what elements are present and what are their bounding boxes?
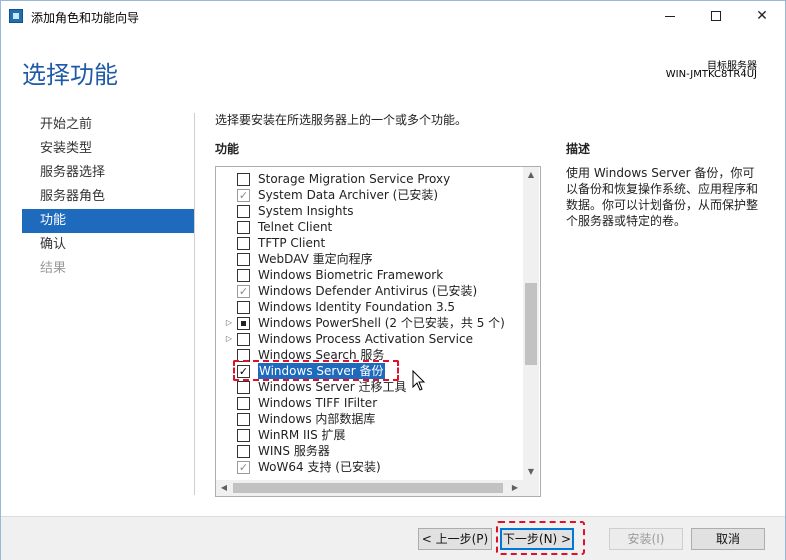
nav-item-installation-type[interactable]: 安装类型	[22, 137, 194, 161]
selected-feature-annotation	[233, 360, 399, 381]
feature-label: System Insights	[258, 204, 354, 218]
feature-label: WinRM IIS 扩展	[258, 428, 346, 442]
feature-row[interactable]: ▷ Windows Process Activation Service	[216, 331, 524, 347]
feature-checkbox[interactable]	[237, 205, 250, 218]
instruction-text: 选择要安装在所选服务器上的一个或多个功能。	[215, 113, 468, 127]
feature-label: Storage Migration Service Proxy	[258, 172, 451, 186]
feature-checkbox[interactable]	[237, 445, 250, 458]
feature-label: WINS 服务器	[258, 444, 330, 458]
nav-item-server-selection[interactable]: 服务器选择	[22, 161, 194, 185]
close-button[interactable]: ✕	[739, 1, 785, 31]
feature-checkbox[interactable]	[237, 173, 250, 186]
feature-label: TFTP Client	[258, 236, 326, 250]
feature-checkbox	[237, 461, 250, 474]
nav-item-features[interactable]: 功能	[22, 209, 194, 233]
feature-row[interactable]: Windows Server 迁移工具	[216, 379, 524, 395]
feature-checkbox[interactable]	[237, 221, 250, 234]
scroll-up-icon[interactable]: ▲	[523, 167, 539, 183]
maximize-icon	[711, 11, 721, 21]
target-server-name: WIN-JMTKC8TR4UJ	[665, 69, 757, 80]
feature-checkbox[interactable]	[237, 317, 250, 330]
nav-item-server-roles[interactable]: 服务器角色	[22, 185, 194, 209]
cancel-button[interactable]: 取消	[691, 528, 765, 550]
expand-arrow-icon[interactable]: ▷	[224, 315, 234, 331]
feature-checkbox[interactable]	[237, 397, 250, 410]
feature-row[interactable]: System Data Archiver (已安装)	[216, 187, 524, 203]
scrollbar-corner	[523, 480, 539, 496]
feature-checkbox[interactable]	[237, 333, 250, 346]
description-header: 描述	[566, 142, 591, 156]
features-header: 功能	[215, 142, 240, 156]
feature-row[interactable]: WinRM IIS 扩展	[216, 427, 524, 443]
nav-item-results: 结果	[40, 261, 67, 276]
feature-checkbox[interactable]	[237, 253, 250, 266]
feature-label: Windows Defender Antivirus (已安装)	[258, 284, 478, 298]
scroll-right-icon[interactable]: ▶	[507, 480, 523, 496]
expand-arrow-icon[interactable]: ▷	[224, 331, 234, 347]
minimize-icon	[665, 15, 675, 17]
features-list[interactable]: Storage Migration Service Proxy System Da…	[215, 166, 541, 497]
scroll-left-icon[interactable]: ◀	[216, 480, 232, 496]
nav-item-before-you-begin[interactable]: 开始之前	[22, 113, 194, 137]
maximize-button[interactable]	[693, 1, 739, 31]
wizard-nav: 开始之前 安装类型 服务器选择 服务器角色 功能 确认 结果	[22, 113, 194, 281]
feature-label: WoW64 支持 (已安装)	[258, 460, 381, 474]
minimize-button[interactable]	[647, 1, 693, 31]
feature-label: Telnet Client	[258, 220, 333, 234]
feature-row[interactable]: Windows Biometric Framework	[216, 267, 524, 283]
feature-label: Windows 内部数据库	[258, 412, 376, 426]
feature-row[interactable]: Windows 内部数据库	[216, 411, 524, 427]
feature-checkbox[interactable]	[237, 301, 250, 314]
feature-checkbox[interactable]	[237, 429, 250, 442]
feature-label: System Data Archiver (已安装)	[258, 188, 439, 202]
feature-row[interactable]: ▷ Windows PowerShell (2 个已安装，共 5 个)	[216, 315, 524, 331]
feature-checkbox	[237, 285, 250, 298]
close-icon: ✕	[756, 8, 768, 24]
feature-row[interactable]: WebDAV 重定向程序	[216, 251, 524, 267]
next-button-annotation	[496, 521, 585, 555]
server-manager-icon	[9, 9, 23, 23]
feature-label: Windows Identity Foundation 3.5	[258, 300, 456, 314]
feature-row[interactable]: Windows TIFF IFilter	[216, 395, 524, 411]
window-title: 添加角色和功能向导	[31, 11, 140, 25]
feature-row[interactable]: WINS 服务器	[216, 443, 524, 459]
feature-row[interactable]: System Insights	[216, 203, 524, 219]
feature-row[interactable]: Windows Defender Antivirus (已安装)	[216, 283, 524, 299]
feature-checkbox[interactable]	[237, 237, 250, 250]
feature-row[interactable]: WoW64 支持 (已安装)	[216, 459, 524, 475]
feature-label: WebDAV 重定向程序	[258, 252, 373, 266]
feature-checkbox[interactable]	[237, 381, 250, 394]
feature-label: Windows Process Activation Service	[258, 332, 473, 346]
scroll-down-icon[interactable]: ▼	[523, 464, 539, 480]
feature-label: Windows Server 迁移工具	[258, 380, 407, 394]
wizard-window: 添加角色和功能向导 ✕ 选择功能 目标服务器 WIN-JMTKC8TR4UJ 开…	[0, 0, 786, 560]
feature-row[interactable]: Windows Identity Foundation 3.5	[216, 299, 524, 315]
horizontal-scroll-thumb[interactable]	[233, 483, 503, 493]
feature-label: Windows TIFF IFilter	[258, 396, 378, 410]
feature-checkbox[interactable]	[237, 269, 250, 282]
page-title: 选择功能	[22, 62, 118, 89]
previous-button[interactable]: < 上一步(P)	[418, 528, 492, 550]
title-bar[interactable]: 添加角色和功能向导 ✕	[1, 1, 785, 31]
vertical-scroll-thumb[interactable]	[525, 283, 537, 365]
feature-checkbox	[237, 189, 250, 202]
feature-label: Windows Biometric Framework	[258, 268, 444, 282]
feature-checkbox[interactable]	[237, 413, 250, 426]
vertical-scrollbar[interactable]: ▲ ▼	[523, 167, 539, 480]
features-list-rows: Storage Migration Service Proxy System Da…	[216, 171, 524, 475]
feature-row[interactable]: TFTP Client	[216, 235, 524, 251]
description-text: 使用 Windows Server 备份，你可以备份和恢复操作系统、应用程序和数…	[566, 166, 759, 228]
feature-row[interactable]: Storage Migration Service Proxy	[216, 171, 524, 187]
feature-label: Windows PowerShell (2 个已安装，共 5 个)	[258, 316, 505, 330]
mouse-cursor-icon	[412, 370, 426, 391]
nav-item-confirmation[interactable]: 确认	[22, 233, 194, 257]
feature-row[interactable]: Telnet Client	[216, 219, 524, 235]
install-button: 安装(I)	[609, 528, 683, 550]
nav-divider	[194, 113, 195, 495]
horizontal-scrollbar[interactable]: ◀ ▶	[216, 480, 523, 496]
